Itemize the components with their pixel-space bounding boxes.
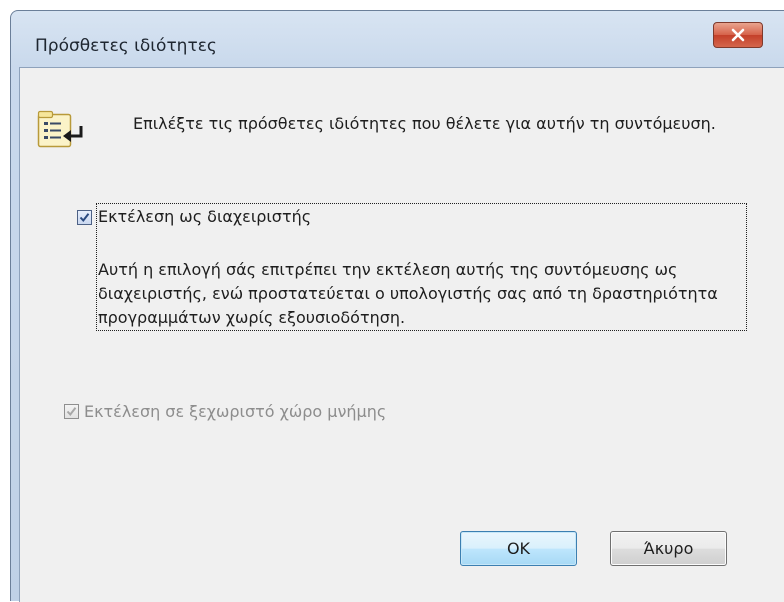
dialog-title: Πρόσθετες ιδιότητες xyxy=(35,36,217,56)
checkmark-icon xyxy=(79,213,90,223)
cancel-button[interactable]: Άκυρο xyxy=(610,531,727,566)
instruction-text: Επιλέξτε τις πρόσθετες ιδιότητες που θέλ… xyxy=(133,114,716,133)
dialog-client-area xyxy=(19,67,784,602)
ok-button[interactable]: OK xyxy=(460,531,577,566)
separate-memory-checkbox[interactable] xyxy=(64,404,79,419)
checkmark-icon xyxy=(66,407,77,417)
run-as-admin-description: Αυτή η επιλογή σάς επιτρέπει την εκτέλεσ… xyxy=(98,260,718,327)
run-as-admin-checkbox[interactable] xyxy=(77,210,92,225)
shortcut-properties-icon xyxy=(37,110,83,148)
separate-memory-label: Εκτέλεση σε ξεχωριστό χώρο μνήμης xyxy=(84,402,387,421)
close-button[interactable] xyxy=(713,22,763,48)
close-icon xyxy=(731,28,745,42)
run-as-admin-label[interactable]: Εκτέλεση ως διαχειριστής xyxy=(98,207,311,226)
